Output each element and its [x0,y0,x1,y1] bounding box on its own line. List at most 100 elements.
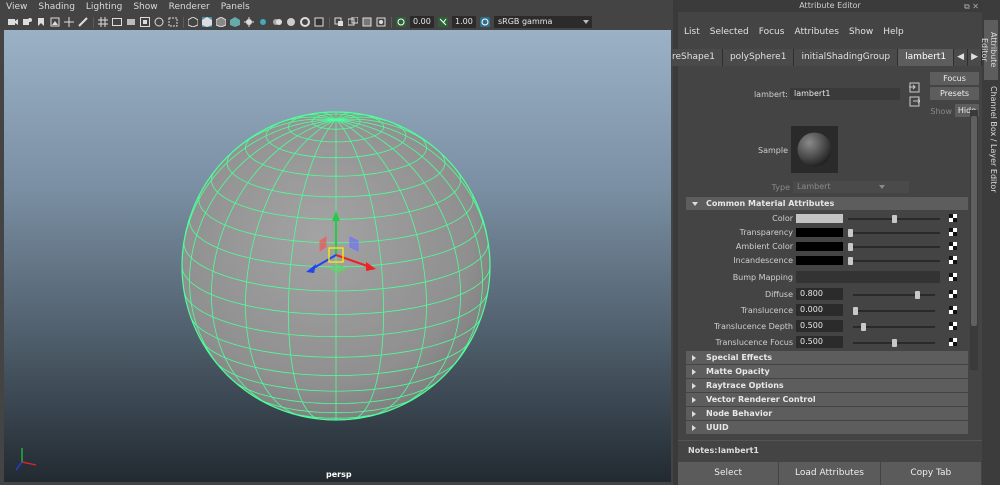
ae-menu-help[interactable]: Help [883,27,904,37]
anti-alias-icon[interactable] [300,17,310,27]
shadows-icon[interactable] [258,17,268,27]
incandescence-swatch[interactable] [796,256,843,265]
tab-initialshadinggroup[interactable]: initialShadingGroup [794,49,899,66]
bookmark-icon[interactable] [36,17,46,27]
bump-mapping-field[interactable] [796,271,940,283]
section-special-effects[interactable]: Special Effects [686,351,968,364]
notes-row[interactable]: Notes: lambert1 [678,440,982,460]
window-buttons[interactable]: ⧉ ✕ [964,1,979,13]
node-name-field[interactable]: lambert1 [790,88,900,100]
section-matte-opacity[interactable]: Matte Opacity [686,365,968,378]
section-node-behavior[interactable]: Node Behavior [686,407,968,420]
menu-panels[interactable]: Panels [221,2,250,12]
gamma-field[interactable]: 1.00 [452,16,476,28]
menu-show[interactable]: Show [133,2,157,12]
camera-attr-icon[interactable] [22,17,32,27]
xray-components-icon[interactable] [376,17,386,27]
ae-menu-focus[interactable]: Focus [759,27,785,37]
menu-shading[interactable]: Shading [38,2,75,12]
transparency-map-button[interactable] [949,228,957,236]
color-management-icon[interactable] [480,17,490,27]
translucence-depth-field[interactable]: 0.500 [796,320,843,332]
ae-scrollbar[interactable] [970,110,978,370]
diffuse-slider-track[interactable] [853,294,935,296]
scene-canvas[interactable] [4,30,671,482]
ae-menu-selected[interactable]: Selected [710,27,749,37]
color-map-button[interactable] [949,214,957,222]
incandescence-slider-knob[interactable] [848,257,853,265]
translucence-depth-map-button[interactable] [949,322,957,330]
ambient-slider-knob[interactable] [848,243,853,251]
copy-tab-button[interactable]: Copy Tab [880,462,981,485]
field-chart-icon[interactable] [154,17,164,27]
tab-channel-box[interactable]: Channel Box / Layer Editor [984,84,998,194]
gamma-icon[interactable] [438,17,448,27]
bump-map-button[interactable] [949,273,957,281]
diffuse-slider-knob[interactable] [914,291,920,299]
motion-blur-icon[interactable] [286,17,296,27]
incandescence-slider-track[interactable] [848,260,940,262]
section-vector-renderer[interactable]: Vector Renderer Control [686,393,968,406]
wireframe-on-shaded-icon[interactable] [215,16,227,28]
exposure-icon[interactable] [396,17,406,27]
output-connection-icon[interactable] [909,96,921,110]
translucence-focus-slider-knob[interactable] [891,339,897,347]
safe-action-icon[interactable] [168,17,178,27]
lights-icon[interactable] [244,17,254,27]
tab-attribute-editor[interactable]: Attribute Editor [980,20,998,80]
film-gate-icon[interactable] [112,17,122,27]
load-attributes-button[interactable]: Load Attributes [779,462,880,485]
gate-mask-icon[interactable] [140,17,150,27]
input-connection-icon[interactable] [909,82,920,96]
diffuse-field[interactable]: 0.800 [796,288,843,300]
focus-button[interactable]: Focus [930,72,979,85]
camera-icon[interactable] [8,17,18,27]
translucence-depth-slider-knob[interactable] [860,323,866,331]
section-uuid[interactable]: UUID [686,421,968,434]
translucence-slider-track[interactable] [853,310,935,312]
tab-scroll-left-icon[interactable]: ◀ [954,49,969,66]
translucence-slider-knob[interactable] [853,307,858,315]
screen-space-ao-icon[interactable] [272,17,282,27]
translucence-map-button[interactable] [949,306,957,314]
ae-menu-list[interactable]: List [684,27,700,37]
diffuse-map-button[interactable] [949,290,957,298]
menu-lighting[interactable]: Lighting [86,2,122,12]
color-slider-knob[interactable] [891,215,897,223]
color-swatch[interactable] [796,214,843,223]
translucence-focus-field[interactable]: 0.500 [796,336,843,348]
smooth-shade-icon[interactable] [202,17,212,27]
ambient-color-swatch[interactable] [796,242,843,251]
tab-lambert1[interactable]: lambert1 [898,49,955,66]
3d-viewport[interactable]: persp [4,30,671,482]
ambient-slider-track[interactable] [848,246,940,248]
transparency-slider-track[interactable] [848,232,940,234]
ae-menu-show[interactable]: Show [849,27,873,37]
exposure-field[interactable]: 0.00 [410,16,434,28]
resolution-gate-icon[interactable] [126,17,136,27]
translucence-field[interactable]: 0.000 [796,304,843,316]
grease-pencil-icon[interactable] [78,17,88,27]
transparency-swatch[interactable] [796,228,843,237]
2d-pan-icon[interactable] [64,17,74,27]
transparency-slider-knob[interactable] [848,229,853,237]
xray-icon[interactable] [347,16,359,27]
menu-renderer[interactable]: Renderer [169,2,210,12]
translucence-focus-map-button[interactable] [949,338,957,346]
scrollbar-thumb[interactable] [971,116,977,326]
color-space-select[interactable]: sRGB gamma [494,16,592,28]
type-select[interactable]: Lambert [793,181,909,193]
section-common-material[interactable]: Common Material Attributes [686,197,968,210]
ae-menu-attributes[interactable]: Attributes [794,27,838,37]
textured-icon[interactable] [230,17,240,27]
presets-button[interactable]: Presets [930,87,979,100]
depth-of-field-icon[interactable] [314,17,324,27]
section-raytrace-options[interactable]: Raytrace Options [686,379,968,392]
menu-view[interactable]: View [6,2,27,12]
grid-icon[interactable] [98,17,108,27]
wireframe-icon[interactable] [187,16,199,28]
incandescence-map-button[interactable] [949,256,957,264]
tab-psphereshape1[interactable]: pSphereShape1 [672,49,723,66]
isolate-select-icon[interactable] [334,17,344,27]
ambient-map-button[interactable] [949,242,957,250]
